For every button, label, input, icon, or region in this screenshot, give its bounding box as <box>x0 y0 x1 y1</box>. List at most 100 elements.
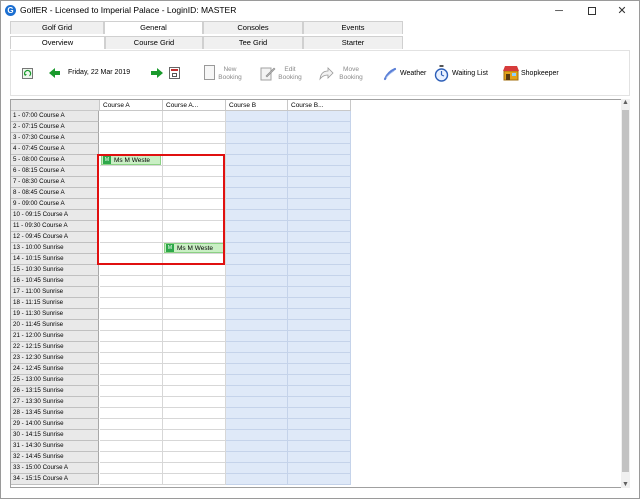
tee-slot-cell[interactable] <box>100 386 163 397</box>
tee-slot-cell[interactable] <box>226 221 288 232</box>
tee-slot-cell[interactable] <box>226 166 288 177</box>
tee-slot-cell[interactable] <box>226 254 288 265</box>
tee-slot-cell[interactable] <box>226 397 288 408</box>
tee-slot-cell[interactable] <box>288 199 351 210</box>
column-header-course-b[interactable]: Course B <box>226 100 288 111</box>
tee-slot-cell[interactable] <box>100 474 163 485</box>
tee-slot-cell[interactable] <box>100 320 163 331</box>
tee-slot-cell[interactable] <box>163 122 226 133</box>
vertical-scrollbar[interactable]: ▲ ▼ <box>621 99 630 488</box>
tee-slot-cell[interactable] <box>226 133 288 144</box>
tee-slot-cell[interactable] <box>288 188 351 199</box>
tee-slot-cell[interactable] <box>288 210 351 221</box>
tee-slot-cell[interactable] <box>288 144 351 155</box>
tee-slot-cell[interactable] <box>226 210 288 221</box>
tee-slot-cell[interactable] <box>226 408 288 419</box>
maximize-button[interactable] <box>575 1 609 21</box>
tee-slot-cell[interactable] <box>288 232 351 243</box>
tab-general[interactable]: General <box>104 21 203 34</box>
next-day-button[interactable] <box>151 67 165 79</box>
weather-button[interactable]: Weather <box>383 65 433 85</box>
tee-slot-cell[interactable] <box>100 342 163 353</box>
tab-events[interactable]: Events <box>303 21 403 34</box>
tee-slot-cell[interactable] <box>288 122 351 133</box>
tee-slot-cell[interactable] <box>226 452 288 463</box>
tab-starter[interactable]: Starter <box>303 36 403 49</box>
tee-slot-cell[interactable] <box>288 375 351 386</box>
waiting-list-button[interactable]: Waiting List <box>434 64 498 86</box>
tee-slot-cell[interactable] <box>226 287 288 298</box>
tee-slot-cell[interactable] <box>288 177 351 188</box>
tee-slot-cell[interactable] <box>163 441 226 452</box>
tee-slot-cell[interactable] <box>288 419 351 430</box>
tee-slot-cell[interactable] <box>163 364 226 375</box>
scrollbar-thumb[interactable] <box>622 110 629 472</box>
tee-slot-cell[interactable] <box>226 331 288 342</box>
tee-slot-cell[interactable] <box>100 331 163 342</box>
tee-slot-cell[interactable] <box>163 133 226 144</box>
tee-slot-cell[interactable] <box>288 276 351 287</box>
tee-slot-cell[interactable] <box>163 408 226 419</box>
tee-slot-cell[interactable] <box>288 331 351 342</box>
tee-slot-cell[interactable] <box>100 430 163 441</box>
tee-slot-cell[interactable] <box>226 144 288 155</box>
tee-slot-cell[interactable] <box>226 199 288 210</box>
tee-slot-cell[interactable] <box>288 430 351 441</box>
tee-slot-cell[interactable] <box>163 452 226 463</box>
tee-slot-cell[interactable] <box>288 111 351 122</box>
tab-golf-grid[interactable]: Golf Grid <box>10 21 104 34</box>
minimize-button[interactable]: ─ <box>542 1 576 21</box>
tab-overview[interactable]: Overview <box>10 36 105 49</box>
tee-slot-cell[interactable] <box>226 441 288 452</box>
move-booking-button[interactable]: Move Booking <box>316 63 364 87</box>
tee-slot-cell[interactable] <box>226 386 288 397</box>
tee-slot-cell[interactable] <box>163 309 226 320</box>
tee-slot-cell[interactable] <box>100 419 163 430</box>
tee-slot-cell[interactable] <box>226 265 288 276</box>
tee-slot-cell[interactable] <box>226 177 288 188</box>
tee-slot-cell[interactable] <box>288 441 351 452</box>
refresh-button[interactable] <box>22 68 33 79</box>
tee-slot-cell[interactable] <box>100 276 163 287</box>
column-header-course-a-2[interactable]: Course A... <box>163 100 226 111</box>
tee-slot-cell[interactable] <box>288 155 351 166</box>
tee-slot-cell[interactable] <box>100 463 163 474</box>
tee-slot-cell[interactable] <box>100 441 163 452</box>
tee-slot-cell[interactable] <box>288 287 351 298</box>
tee-slot-cell[interactable] <box>100 111 163 122</box>
tee-slot-cell[interactable] <box>100 375 163 386</box>
tee-slot-cell[interactable] <box>163 397 226 408</box>
scroll-up-icon[interactable]: ▲ <box>621 99 630 106</box>
tee-slot-cell[interactable] <box>163 111 226 122</box>
tee-slot-cell[interactable] <box>163 386 226 397</box>
tee-slot-cell[interactable] <box>100 298 163 309</box>
tee-slot-cell[interactable] <box>226 375 288 386</box>
tee-slot-cell[interactable] <box>100 133 163 144</box>
tee-slot-cell[interactable] <box>288 133 351 144</box>
tee-slot-cell[interactable] <box>226 430 288 441</box>
tee-slot-cell[interactable] <box>226 353 288 364</box>
tee-slot-cell[interactable] <box>226 463 288 474</box>
tee-slot-cell[interactable] <box>163 298 226 309</box>
tee-slot-cell[interactable] <box>288 474 351 485</box>
calendar-button[interactable] <box>169 67 180 79</box>
tab-course-grid[interactable]: Course Grid <box>105 36 203 49</box>
tee-slot-cell[interactable] <box>226 122 288 133</box>
tee-slot-cell[interactable] <box>100 408 163 419</box>
tee-slot-cell[interactable] <box>288 397 351 408</box>
tee-slot-cell[interactable] <box>100 452 163 463</box>
shopkeeper-button[interactable]: Shopkeeper <box>503 64 563 86</box>
tee-slot-cell[interactable] <box>226 188 288 199</box>
tee-slot-cell[interactable] <box>226 111 288 122</box>
tee-slot-cell[interactable] <box>226 155 288 166</box>
edit-booking-button[interactable]: Edit Booking <box>258 63 302 87</box>
tee-slot-cell[interactable] <box>288 309 351 320</box>
tee-slot-cell[interactable] <box>100 397 163 408</box>
tee-slot-cell[interactable] <box>226 232 288 243</box>
tee-slot-cell[interactable] <box>288 342 351 353</box>
column-header-course-a[interactable]: Course A <box>100 100 163 111</box>
tee-slot-cell[interactable] <box>100 122 163 133</box>
tee-slot-cell[interactable] <box>163 342 226 353</box>
tee-slot-cell[interactable] <box>288 320 351 331</box>
tee-slot-cell[interactable] <box>163 276 226 287</box>
